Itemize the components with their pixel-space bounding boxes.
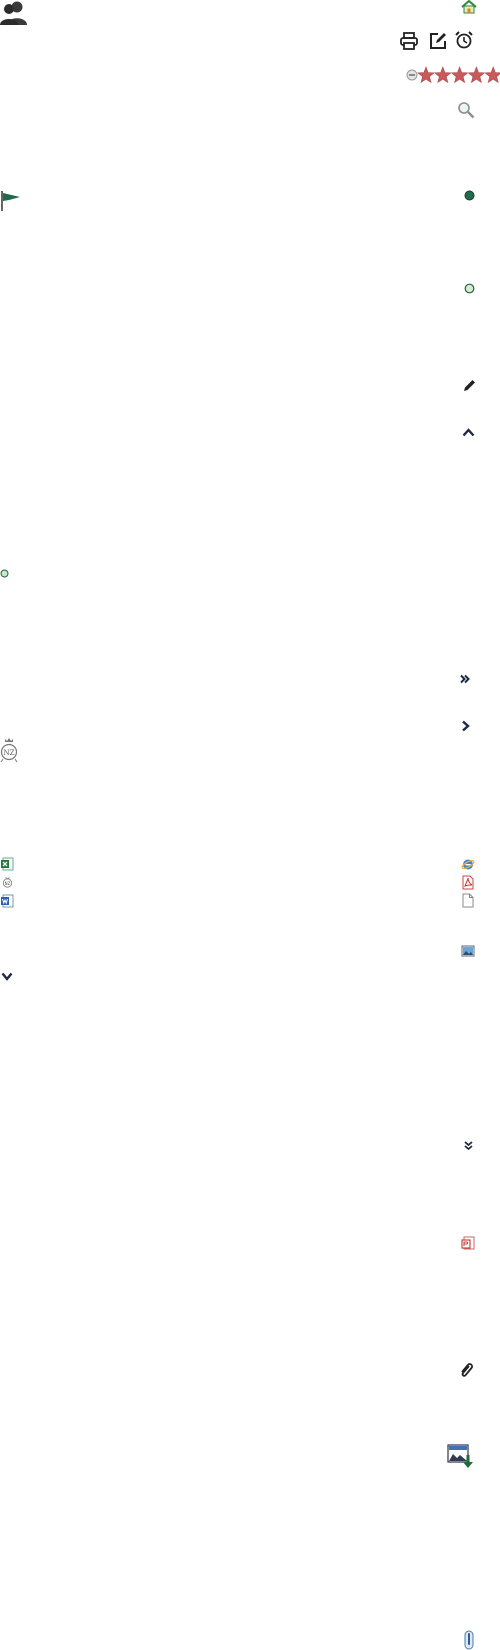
- alarm-clock-icon[interactable]: [454, 30, 474, 51]
- nz-crest-icon: NZ: [0, 737, 18, 763]
- pencil-icon[interactable]: [463, 379, 476, 392]
- home-icon[interactable]: [460, 0, 478, 14]
- image-file-icon[interactable]: [461, 945, 475, 957]
- green-dot-filled-icon[interactable]: [464, 190, 475, 201]
- powerpoint-file-icon[interactable]: [461, 1236, 475, 1250]
- internet-explorer-icon[interactable]: [461, 857, 475, 871]
- star-icon[interactable]: [417, 66, 435, 84]
- paperclip-icon[interactable]: [458, 1361, 474, 1379]
- edit-icon[interactable]: [428, 31, 448, 51]
- star-icon[interactable]: [450, 66, 469, 84]
- pdf-file-icon[interactable]: [461, 875, 475, 890]
- search-icon[interactable]: [457, 101, 475, 119]
- chevron-right-icon[interactable]: [461, 720, 470, 732]
- word-file-icon[interactable]: [0, 894, 14, 908]
- flag-icon[interactable]: [0, 190, 22, 212]
- scroll-handle-icon[interactable]: [464, 1630, 474, 1650]
- image-download-icon[interactable]: [447, 1443, 474, 1469]
- small-circle-icon[interactable]: [0, 569, 9, 578]
- users-icon[interactable]: [0, 0, 28, 26]
- star-rating[interactable]: [406, 65, 500, 85]
- clear-rating-icon[interactable]: [406, 69, 418, 81]
- chevron-down-icon[interactable]: [1, 972, 13, 981]
- print-icon[interactable]: [399, 31, 419, 51]
- green-dot-outline-icon[interactable]: [464, 283, 475, 294]
- double-chevron-right-icon[interactable]: [460, 674, 470, 684]
- star-icon[interactable]: [433, 66, 452, 84]
- star-icon[interactable]: [467, 66, 486, 84]
- blank-file-icon[interactable]: [462, 893, 474, 908]
- chevron-up-icon[interactable]: [462, 428, 475, 437]
- nz-crest-small-icon: NZ: [2, 876, 13, 889]
- excel-file-icon[interactable]: [0, 857, 14, 871]
- star-icon[interactable]: [484, 66, 500, 84]
- svg-text:NZ: NZ: [5, 881, 11, 886]
- svg-text:NZ: NZ: [4, 749, 15, 757]
- double-chevron-down-icon[interactable]: [464, 1141, 473, 1151]
